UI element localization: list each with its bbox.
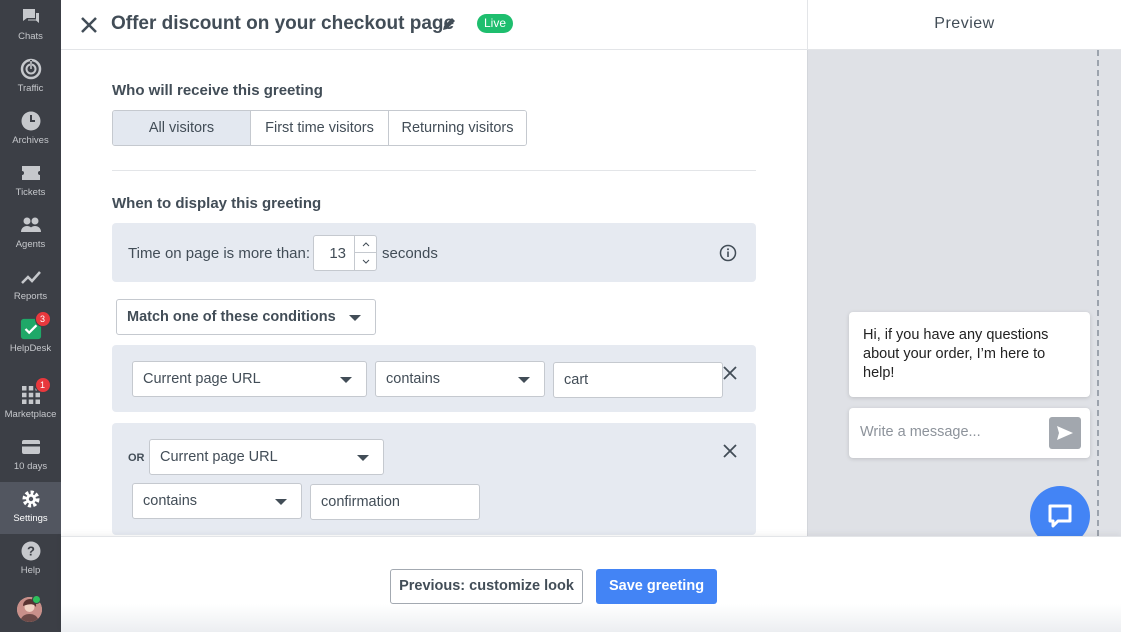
greeting-bubble: Hi, if you have any questions about your… — [849, 312, 1090, 397]
sidebar-item-help[interactable]: ? Help — [0, 534, 61, 586]
svg-text:?: ? — [27, 544, 35, 559]
agents-icon — [20, 214, 42, 236]
sidebar-item-archives[interactable]: Archives — [0, 104, 61, 156]
header: Offer discount on your checkout page Liv… — [61, 0, 807, 50]
info-icon[interactable] — [719, 244, 737, 262]
sidebar-item-reports[interactable]: Reports — [0, 260, 61, 312]
recipients-label: Who will receive this greeting — [112, 82, 323, 99]
close-icon[interactable] — [79, 15, 99, 35]
marketplace-icon: 1 — [20, 377, 51, 406]
trial-icon — [20, 436, 42, 458]
page-title: Offer discount on your checkout page — [111, 13, 455, 34]
online-status-dot — [32, 595, 41, 604]
condition-operator-value: contains — [386, 371, 441, 387]
time-on-page-label: Time on page is more than: — [128, 245, 311, 262]
archives-icon — [20, 110, 42, 132]
condition-field-select[interactable]: Current page URL — [132, 361, 367, 397]
sidebar-item-label: 10 days — [13, 461, 48, 472]
condition-operator-select[interactable]: contains — [375, 361, 545, 397]
decrement-button[interactable] — [355, 253, 376, 270]
time-on-page-card: Time on page is more than: 13 seconds — [112, 223, 756, 282]
chevron-down-icon — [357, 455, 369, 461]
display-label: When to display this greeting — [112, 195, 322, 212]
help-icon: ? — [20, 540, 42, 562]
condition-field-value: Current page URL — [160, 449, 278, 465]
message-composer: Write a message... — [849, 408, 1090, 458]
send-icon — [1057, 426, 1073, 440]
chats-icon — [20, 6, 42, 28]
condition-value-input[interactable]: cart — [553, 362, 723, 398]
recipients-option-first-time[interactable]: First time visitors — [251, 111, 389, 145]
previous-button[interactable]: Previous: customize look — [390, 569, 583, 604]
sidebar-item-label: Chats — [18, 31, 43, 42]
condition-value-input[interactable]: confirmation — [310, 484, 480, 520]
condition-operator-value: contains — [143, 493, 198, 509]
chevron-down-icon — [275, 499, 287, 505]
chevron-down-icon — [362, 259, 369, 264]
settings-icon — [20, 488, 42, 510]
match-mode-value: Match one of these conditions — [127, 309, 336, 325]
chat-bubble-icon — [1048, 504, 1072, 528]
time-on-page-value[interactable]: 13 — [329, 245, 346, 262]
match-mode-select[interactable]: Match one of these conditions — [116, 299, 376, 335]
send-button[interactable] — [1049, 417, 1081, 449]
sidebar-item-trial[interactable]: 10 days — [0, 430, 61, 482]
sidebar-item-label: Reports — [13, 291, 48, 302]
helpdesk-badge: 3 — [34, 311, 51, 327]
chevron-down-icon — [340, 377, 352, 383]
time-on-page-stepper[interactable]: 13 — [313, 235, 377, 271]
increment-button[interactable] — [355, 236, 376, 253]
chevron-down-icon — [518, 377, 530, 383]
chevron-up-icon — [362, 241, 369, 246]
chevron-down-icon — [349, 315, 361, 321]
sidebar-item-settings[interactable]: Settings — [0, 482, 61, 534]
helpdesk-icon: 3 — [20, 311, 51, 340]
reports-icon — [20, 266, 42, 288]
sidebar-item-marketplace[interactable]: 1 Marketplace — [0, 377, 61, 430]
sidebar-item-tickets[interactable]: Tickets — [0, 156, 61, 208]
tickets-icon — [20, 162, 42, 184]
status-badge: Live — [477, 14, 514, 33]
footer-shade — [61, 604, 1121, 632]
time-unit-label: seconds — [382, 245, 438, 262]
condition-field-select[interactable]: Current page URL — [149, 439, 384, 475]
recipients-segmented-control: All visitors First time visitors Returni… — [112, 110, 527, 146]
preview-title: Preview — [807, 0, 1121, 50]
sidebar: Chats Traffic Archives Tickets Agents Re… — [0, 0, 61, 632]
message-input[interactable]: Write a message... — [860, 424, 981, 440]
sidebar-item-label: Tickets — [15, 187, 46, 198]
edit-title-icon[interactable] — [441, 16, 457, 32]
remove-condition-icon[interactable] — [723, 366, 737, 380]
sidebar-item-agents[interactable]: Agents — [0, 208, 61, 260]
sidebar-item-label: Marketplace — [4, 409, 57, 420]
sidebar-item-label: Settings — [13, 513, 48, 524]
recipients-option-all[interactable]: All visitors — [113, 111, 251, 145]
condition-connector: OR — [128, 452, 145, 464]
sidebar-item-helpdesk[interactable]: 3 HelpDesk — [0, 311, 61, 364]
condition-operator-select[interactable]: contains — [132, 483, 302, 519]
sidebar-item-label: Agents — [15, 239, 46, 250]
section-divider — [112, 170, 756, 171]
sidebar-item-label: Help — [20, 565, 41, 576]
preview-divider — [1097, 50, 1099, 536]
sidebar-item-label: HelpDesk — [9, 343, 52, 354]
preview-canvas — [807, 50, 1121, 536]
sidebar-item-chats[interactable]: Chats — [0, 0, 61, 52]
sidebar-item-traffic[interactable]: Traffic — [0, 52, 61, 104]
sidebar-item-label: Traffic — [17, 83, 44, 94]
sidebar-item-label: Archives — [12, 135, 49, 146]
remove-condition-icon[interactable] — [723, 444, 737, 458]
traffic-icon — [20, 58, 42, 80]
save-greeting-button[interactable]: Save greeting — [596, 569, 717, 604]
condition-field-value: Current page URL — [143, 371, 261, 387]
recipients-option-returning[interactable]: Returning visitors — [389, 111, 526, 145]
marketplace-badge: 1 — [34, 377, 51, 393]
